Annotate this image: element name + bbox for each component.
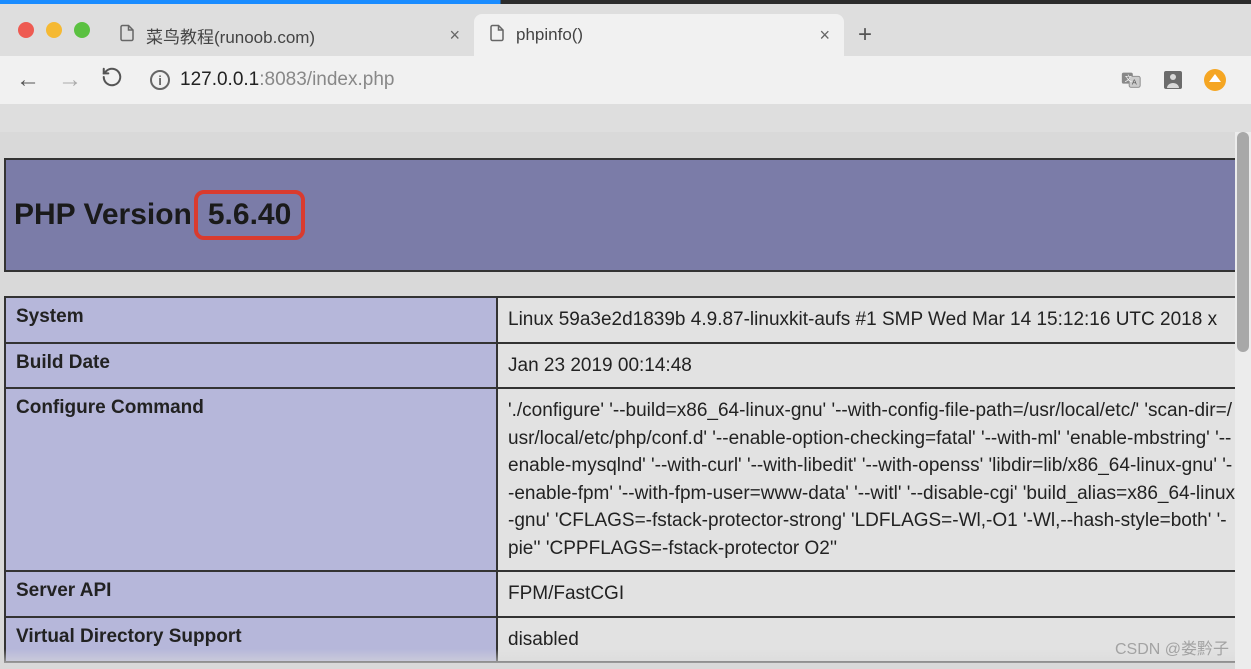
- tab-close-icon[interactable]: ×: [449, 25, 460, 46]
- table-row: Server API FPM/FastCGI: [5, 571, 1246, 617]
- info-value: Linux 59a3e2d1839b 4.9.87-linuxkit-aufs …: [497, 297, 1246, 343]
- window-controls: [10, 22, 104, 38]
- window-maximize-button[interactable]: [74, 22, 90, 38]
- translate-icon[interactable]: 文A: [1119, 68, 1143, 92]
- info-value: Jan 23 2019 00:14:48: [497, 343, 1246, 389]
- tab-close-icon[interactable]: ×: [819, 25, 830, 46]
- info-value: disabled: [497, 617, 1246, 663]
- tab-title: 菜鸟教程(runoob.com): [146, 23, 315, 48]
- phpinfo-table: System Linux 59a3e2d1839b 4.9.87-linuxki…: [4, 296, 1247, 663]
- info-value: FPM/FastCGI: [497, 571, 1246, 617]
- url-host: 127.0.0.1: [180, 69, 259, 90]
- scrollbar-track[interactable]: [1235, 132, 1251, 669]
- tab-inactive[interactable]: 菜鸟教程(runoob.com) ×: [104, 14, 474, 56]
- php-version-value: 5.6.40: [194, 190, 305, 240]
- php-version-label: PHP Version: [14, 198, 192, 232]
- scrollbar-thumb[interactable]: [1237, 132, 1249, 352]
- forward-button[interactable]: →: [58, 66, 82, 94]
- profile-icon[interactable]: [1161, 68, 1185, 92]
- page-icon: [488, 24, 506, 47]
- phpinfo-header: PHP Version 5.6.40: [4, 158, 1247, 272]
- window-minimize-button[interactable]: [46, 22, 62, 38]
- table-row: Build Date Jan 23 2019 00:14:48: [5, 343, 1246, 389]
- page-icon: [118, 24, 136, 47]
- tab-title: phpinfo(): [516, 25, 583, 45]
- reload-button[interactable]: [100, 66, 124, 95]
- site-info-icon[interactable]: i: [150, 70, 170, 90]
- back-button[interactable]: ←: [16, 66, 40, 94]
- table-row: System Linux 59a3e2d1839b 4.9.87-linuxki…: [5, 297, 1246, 343]
- new-tab-button[interactable]: +: [844, 21, 886, 49]
- table-row: Configure Command './configure' '--build…: [5, 388, 1246, 571]
- address-bar-row: ← → i 127.0.0.1:8083/index.php 文A: [0, 56, 1251, 104]
- browser-chrome: 菜鸟教程(runoob.com) × phpinfo() × + ← → i 1…: [0, 4, 1251, 132]
- info-label: Configure Command: [5, 388, 497, 571]
- toolbar-right-icons: 文A: [1119, 68, 1235, 92]
- extension-icon[interactable]: [1203, 68, 1227, 92]
- window-close-button[interactable]: [18, 22, 34, 38]
- svg-text:A: A: [1132, 78, 1137, 87]
- page-content: PHP Version 5.6.40 System Linux 59a3e2d1…: [0, 132, 1251, 669]
- tab-active[interactable]: phpinfo() ×: [474, 14, 844, 56]
- info-label: Virtual Directory Support: [5, 617, 497, 663]
- info-label: System: [5, 297, 497, 343]
- info-label: Build Date: [5, 343, 497, 389]
- tab-row: 菜鸟教程(runoob.com) × phpinfo() × +: [0, 4, 1251, 56]
- info-value: './configure' '--build=x86_64-linux-gnu'…: [497, 388, 1246, 571]
- url-port: :8083: [259, 69, 307, 90]
- address-bar[interactable]: i 127.0.0.1:8083/index.php: [142, 69, 1101, 91]
- table-row: Virtual Directory Support disabled: [5, 617, 1246, 663]
- url-path: /index.php: [307, 69, 395, 90]
- info-label: Server API: [5, 571, 497, 617]
